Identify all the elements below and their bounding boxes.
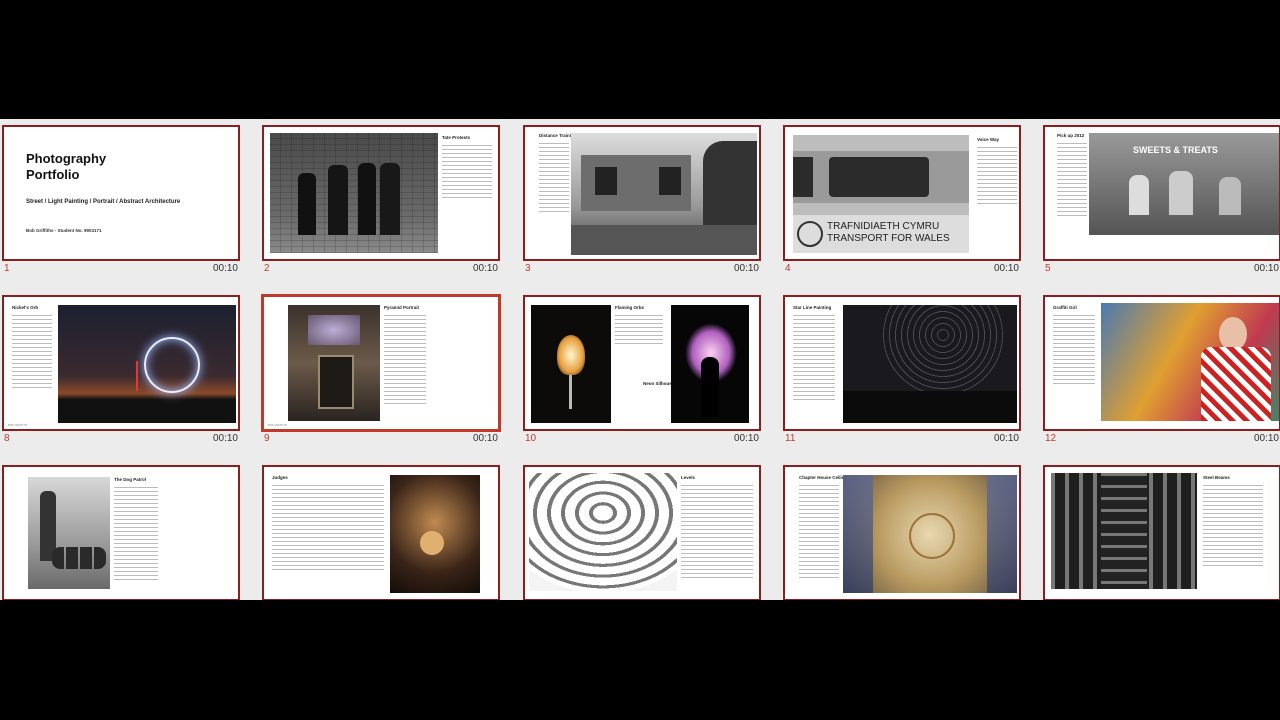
slide-thumbnail-11[interactable]: Star Line Painting [783,295,1021,431]
slide-thumbnail-15[interactable]: Levels [523,465,761,600]
light-orb-photo [58,305,236,423]
slide-thumbnail-2[interactable]: Tate Protests [262,125,500,261]
slide-thumbnail-8[interactable]: Nickel's Orb BOB GRIFFITHS [2,295,240,431]
slide-number-10: 10 [525,433,537,444]
slide-number-8: 8 [4,433,10,444]
graffiti-portrait-photo [1101,303,1279,421]
slide-thumbnail-3[interactable]: Distance Training [523,125,761,261]
spiral-levels-photo [529,473,677,591]
slide-timing-5: 00:10 [1253,263,1279,274]
train-station-photo [571,133,757,255]
chapter-ceiling-photo [843,475,1017,593]
slide-16-caption: Chapter House Ceiling [799,475,848,480]
slide-9-caption: Pyramid Portrait [384,305,420,310]
slide-timing-1: 00:10 [212,263,238,274]
slide-number-1: 1 [4,263,10,274]
slide-11-caption: Star Line Painting [793,305,832,310]
slide-thumbnail-1[interactable]: Photography Portfolio Street / Light Pai… [2,125,240,261]
slide-timing-9: 00:10 [472,433,498,444]
slide-sorter-panel: Photography Portfolio Street / Light Pai… [0,119,1280,600]
slide-number-9: 9 [264,433,270,444]
slide-thumbnail-16[interactable]: Chapter House Ceiling [783,465,1021,600]
slide-2-caption: Tate Protests [442,135,471,140]
slide-5-caption: Pick up 2012 [1057,133,1085,138]
slide-number-11: 11 [785,433,796,444]
sign-line-2: TRANSPORT FOR WALES [827,233,950,244]
slide-timing-8: 00:10 [212,433,238,444]
slide-13-caption: The Dog Patrol [114,477,147,482]
slide-4-caption: Voice Way [977,137,1000,142]
portrait-mirror-photo [288,305,380,421]
subtitle: Street / Light Painting / Portrait / Abs… [26,199,181,205]
slide-timing-10: 00:10 [733,433,759,444]
slide-14-caption: Judges [272,475,288,480]
slide-thumbnail-4[interactable]: TRAFNIDIAETH CYMRU TRANSPORT FOR WALES V… [783,125,1021,261]
steel-beams-photo [1051,473,1197,589]
slide-thumbnail-13[interactable]: The Dog Patrol [2,465,240,600]
judges-photo [390,475,480,593]
slide-timing-2: 00:10 [472,263,498,274]
train-window-photo: TRAFNIDIAETH CYMRU TRANSPORT FOR WALES [793,135,969,253]
slide-thumbnail-17[interactable]: Steel Beams [1043,465,1280,600]
slide-thumbnail-5[interactable]: Pick up 2012 SWEETS & TREATS [1043,125,1280,261]
slide-15-caption: Levels [681,475,696,480]
slide-number-12: 12 [1045,433,1057,444]
slide-timing-4: 00:10 [993,263,1019,274]
star-trails-photo [843,305,1017,423]
shop-sign: SWEETS & TREATS [1133,145,1218,155]
author-line: Bob Griffiths - Student No. 9903171 [26,228,102,233]
slide-timing-11: 00:10 [993,433,1019,444]
slide-number-2: 2 [264,263,270,274]
slide-timing-12: 00:10 [1253,433,1279,444]
slide-number-5: 5 [1045,263,1051,274]
slide-timing-3: 00:10 [733,263,759,274]
slide-17-caption: Steel Beams [1203,475,1230,480]
slide-12-caption: Graffiti Girl [1053,305,1077,310]
sign-line-1: TRAFNIDIAETH CYMRU [827,221,940,232]
dog-walker-photo [28,477,110,589]
sweet-shop-photo: SWEETS & TREATS [1089,133,1279,235]
slide-thumbnail-9[interactable]: Pyramid Portrait BOB GRIFFITHS [262,295,500,431]
title-line-1: Photography [26,151,107,166]
flaming-glass-photo [531,305,611,423]
title-line-2: Portfolio [26,167,80,182]
slide-thumbnail-12[interactable]: Graffiti Girl [1043,295,1280,431]
police-officers-photo [270,133,438,253]
slide-10-caption: Flaming Orbs [615,305,645,310]
slide-number-4: 4 [785,263,791,274]
slide-thumbnail-10[interactable]: Flaming Orbs Neon Silhouette [523,295,761,431]
neon-silhouette-photo [671,305,749,423]
slide-thumbnail-14[interactable]: Judges [262,465,500,600]
slide-8-caption: Nickel's Orb [12,305,39,310]
slide-number-3: 3 [525,263,531,274]
